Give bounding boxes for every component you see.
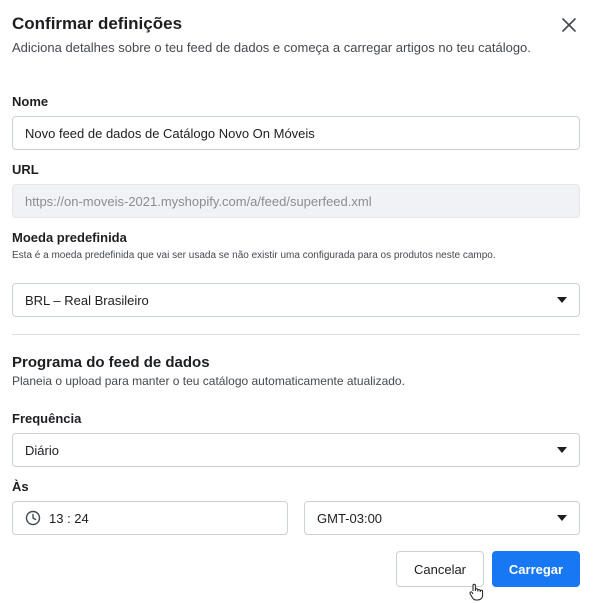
time-input-value: 13 : 24 <box>49 510 89 526</box>
name-input[interactable]: Novo feed de dados de Catálogo Novo On M… <box>12 116 580 150</box>
currency-select[interactable]: BRL – Real Brasileiro <box>12 283 580 317</box>
url-input-value: https://on-moveis-2021.myshopify.com/a/f… <box>25 193 372 209</box>
url-label: URL <box>12 162 39 177</box>
chevron-down-icon <box>557 297 567 303</box>
name-label: Nome <box>12 94 49 109</box>
currency-select-value: BRL – Real Brasileiro <box>25 292 149 308</box>
url-input: https://on-moveis-2021.myshopify.com/a/f… <box>12 184 580 218</box>
chevron-down-icon <box>557 515 567 521</box>
schedule-title: Programa do feed de dados <box>12 354 210 371</box>
timezone-select[interactable]: GMT-03:00 <box>304 501 580 535</box>
timezone-select-value: GMT-03:00 <box>317 510 383 526</box>
chevron-down-icon <box>557 447 567 453</box>
upload-button[interactable]: Carregar <box>492 551 580 587</box>
confirm-settings-dialog: Confirmar definições Adiciona detalhes s… <box>0 0 598 603</box>
cancel-button[interactable]: Cancelar <box>396 551 484 587</box>
time-label: Às <box>12 479 29 494</box>
frequency-select-value: Diário <box>25 442 59 458</box>
currency-hint: Esta é a moeda predefinida que vai ser u… <box>12 250 496 261</box>
schedule-subtitle: Planeia o upload para manter o teu catál… <box>12 374 405 388</box>
frequency-select[interactable]: Diário <box>12 433 580 467</box>
dialog-subtitle: Adiciona detalhes sobre o teu feed de da… <box>12 40 531 55</box>
clock-icon <box>25 510 41 526</box>
divider <box>12 334 580 335</box>
close-button[interactable] <box>558 14 580 36</box>
time-input[interactable]: 13 : 24 <box>12 501 288 535</box>
name-input-value: Novo feed de dados de Catálogo Novo On M… <box>25 125 315 141</box>
currency-label: Moeda predefinida <box>12 230 127 245</box>
hand-cursor-icon <box>469 583 484 601</box>
dialog-title: Confirmar definições <box>12 14 183 33</box>
close-icon <box>562 18 576 32</box>
frequency-label: Frequência <box>12 411 82 426</box>
